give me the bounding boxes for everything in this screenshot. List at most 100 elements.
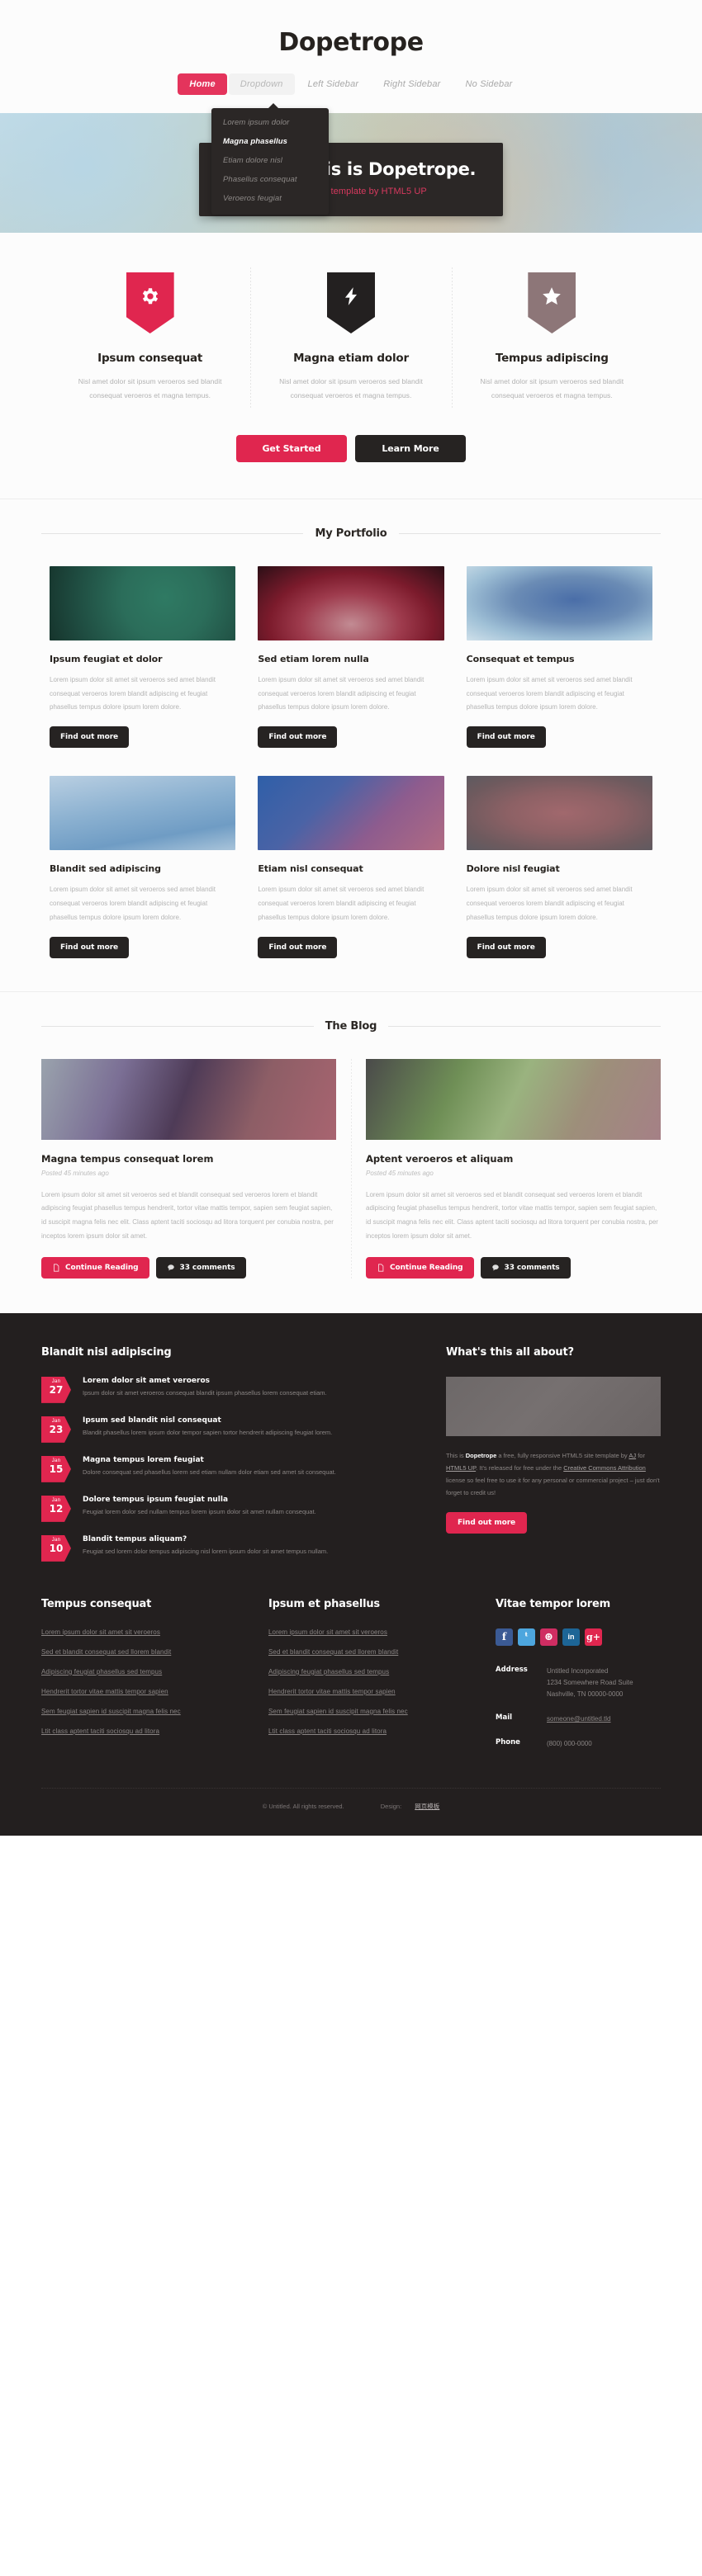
footer-link[interactable]: Ltit class aptent taciti sociosqu ad lit… [268,1728,462,1735]
footer-link[interactable]: Adipiscing feugiat phasellus sed tempus [268,1668,462,1676]
footer-link[interactable]: Lorem ipsum dolor sit amet sit veroeros [41,1628,235,1636]
date-badge: Jan 23 [41,1416,71,1443]
find-out-more-button[interactable]: Find out more [258,936,338,958]
footer-post-body: Blandit tempus aliquam? Feugiat sed lore… [83,1535,328,1556]
file-icon [378,1264,384,1272]
feature-text: Nisl amet dolor sit ipsum veroeros sed b… [279,377,423,400]
footer-post-text: Blandit phasellus lorem ipsum dolor temp… [83,1428,333,1436]
nav-item-right-sidebar[interactable]: Right Sidebar [372,73,452,95]
portfolio-thumbnail[interactable] [258,565,444,640]
footer-post-text: Ipsum dolor sit amet veroeros consequat … [83,1388,327,1397]
feature-card-ipsum-consequat: Ipsum consequat Nisl amet dolor sit ipsu… [50,272,250,404]
footer-post-title: Ipsum sed blandit nisl consequat [83,1416,221,1425]
feature-title: Tempus adipiscing [495,352,609,365]
portfolio-item-title: Consequat et tempus [466,653,575,664]
portfolio-thumbnail[interactable] [50,776,236,851]
continue-reading-label: Continue Reading [390,1263,463,1272]
footer-bottom-row: Tempus consequat Lorem ipsum dolor sit a… [41,1598,661,1788]
footer-post-body: Magna tempus lorem feugiat Dolore conseq… [83,1456,336,1477]
twitter-icon[interactable]: ᵗ [518,1628,535,1646]
footer-post-item[interactable]: Jan 12 Dolore tempus ipsum feugiat nulla… [41,1495,413,1522]
footer-post-text: Feugiat lorem dolor sed nullam tempus lo… [83,1507,316,1515]
find-out-more-button[interactable]: Find out more [50,936,130,958]
continue-reading-button[interactable]: Continue Reading [41,1256,149,1279]
copyright-text: © Untitled. All rights reserved. [262,1802,344,1810]
footer-post-item[interactable]: Jan 10 Blandit tempus aliquam? Feugiat s… [41,1534,413,1562]
footer-col2-heading: Ipsum et phasellus [268,1597,380,1610]
footer-post-list: Jan 27 Lorem dolor sit amet veroeros Ips… [41,1376,413,1562]
footer-recent-posts: Blandit nisl adipiscing Jan 27 Lorem dol… [41,1346,413,1562]
footer-links-column-1: Tempus consequat Lorem ipsum dolor sit a… [41,1598,235,1763]
portfolio-heading: My Portfolio [315,527,387,540]
continue-reading-label: Continue Reading [65,1263,139,1272]
find-out-more-button[interactable]: Find out more [258,726,338,749]
footer-link[interactable]: Sed et blandit consequat sed llorem blan… [41,1648,235,1656]
about-link-creative-commons[interactable]: Creative Commons Attribution [563,1464,646,1472]
portfolio-item: Dolore nisl feugiat Lorem ipsum dolor si… [466,776,652,958]
nav-item-home[interactable]: Home [178,73,227,95]
facebook-icon[interactable]: f [496,1628,513,1646]
blog-thumbnail[interactable] [41,1058,336,1140]
portfolio-item-title: Dolore nisl feugiat [466,863,560,875]
features-grid: Ipsum consequat Nisl amet dolor sit ipsu… [50,267,652,409]
blog-post-actions: Continue Reading 33 comments [366,1256,661,1279]
site-header: Dopetrope Home Dropdown Left Sidebar Rig… [0,0,702,215]
dropdown-item-phasellus-consequat[interactable]: Phasellus consequat [211,170,329,189]
page-root: Dopetrope Home Dropdown Left Sidebar Rig… [0,0,702,1836]
find-out-more-button[interactable]: Find out more [466,726,546,749]
footer-post-item[interactable]: Jan 15 Magna tempus lorem feugiat Dolore… [41,1455,413,1482]
footer-post-item[interactable]: Jan 27 Lorem dolor sit amet veroeros Ips… [41,1376,413,1403]
footer-link[interactable]: Hendrerit tortor vitae mattis tempor sap… [41,1688,235,1695]
footer-post-item[interactable]: Jan 23 Ipsum sed blandit nisl consequat … [41,1416,413,1443]
contact-label-mail: Mail [496,1713,513,1722]
portfolio-item-text: Lorem ipsum dolor sit amet sit veroeros … [466,886,633,921]
nav-item-left-sidebar[interactable]: Left Sidebar [296,73,371,95]
blog-thumbnail[interactable] [366,1058,661,1140]
copyright-bar: © Untitled. All rights reserved. Design:… [41,1787,661,1836]
comment-icon [491,1264,499,1271]
comments-button[interactable]: 33 comments [480,1256,571,1279]
about-link-html5up[interactable]: HTML5 UP [446,1464,476,1472]
about-image [446,1376,661,1436]
about-find-out-more-button[interactable]: Find out more [446,1511,528,1534]
dropdown-item-lorem-ipsum-dolor[interactable]: Lorem ipsum dolor [211,113,329,132]
footer-link[interactable]: Sem feugiat sapien id suscipit magna fel… [41,1708,235,1715]
portfolio-thumbnail[interactable] [466,565,652,640]
about-link-aj[interactable]: AJ [628,1452,636,1459]
email-link[interactable]: someone@untitled.tld [547,1715,611,1723]
date-month: Jan [51,1378,61,1384]
learn-more-button[interactable]: Learn More [355,434,466,462]
dropdown-item-etiam-dolore-nisl[interactable]: Etiam dolore nisl [211,151,329,170]
googleplus-icon[interactable]: g+ [585,1628,602,1646]
about-mid-3: . It's released for free under the [476,1463,564,1472]
nav-item-no-sidebar[interactable]: No Sidebar [454,73,524,95]
portfolio-thumbnail[interactable] [258,776,444,851]
contact-value-mail: someone@untitled.tld [547,1713,611,1725]
dropdown-item-magna-phasellus[interactable]: Magna phasellus [211,132,329,151]
design-label: Design: [380,1802,402,1810]
date-day: 10 [49,1543,64,1555]
footer-link[interactable]: Sem feugiat sapien id suscipit magna fel… [268,1708,462,1715]
footer-link[interactable]: Sed et blandit consequat sed llorem blan… [268,1648,462,1656]
dribbble-icon[interactable]: ⊛ [540,1628,557,1646]
footer-link[interactable]: Lorem ipsum dolor sit amet sit veroeros [268,1628,462,1636]
footer-link[interactable]: Ltit class aptent taciti sociosqu ad lit… [41,1728,235,1735]
feature-text: Nisl amet dolor sit ipsum veroeros sed b… [78,377,222,400]
linkedin-icon[interactable]: in [562,1628,580,1646]
get-started-button[interactable]: Get Started [236,434,347,462]
footer-link[interactable]: Adipiscing feugiat phasellus sed tempus [41,1668,235,1676]
main-navigation: Home Dropdown Left Sidebar Right Sidebar… [0,73,702,215]
nav-item-dropdown[interactable]: Dropdown [228,73,295,95]
portfolio-thumbnail[interactable] [50,565,236,640]
footer-link[interactable]: Hendrerit tortor vitae mattis tempor sap… [268,1688,462,1695]
find-out-more-button[interactable]: Find out more [466,936,546,958]
footer-about-heading: What's this all about? [446,1345,574,1359]
portfolio-thumbnail[interactable] [466,776,652,851]
design-link[interactable]: 网页模板 [415,1803,439,1810]
comments-button[interactable]: 33 comments [155,1256,246,1279]
continue-reading-button[interactable]: Continue Reading [366,1256,474,1279]
blog-section: The Blog Magna tempus consequat lorem Po… [0,990,702,1313]
find-out-more-button[interactable]: Find out more [50,726,130,749]
dropdown-item-veroeros-feugiat[interactable]: Veroeros feugiat [211,189,329,208]
portfolio-item: Consequat et tempus Lorem ipsum dolor si… [466,565,652,749]
